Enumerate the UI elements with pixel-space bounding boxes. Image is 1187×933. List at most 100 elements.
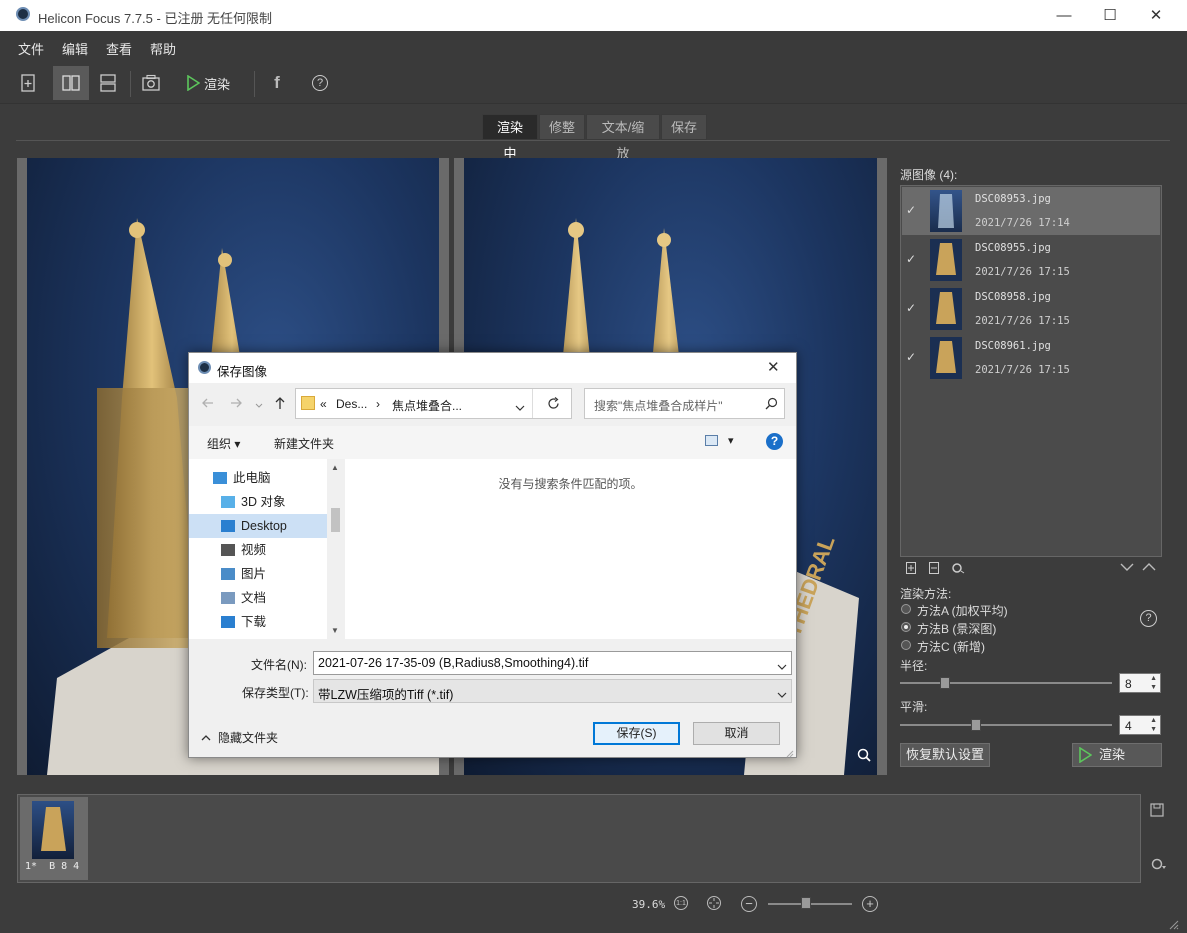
source-item[interactable]: ✓ DSC08953.jpg 2021/7/26 17:14 <box>902 187 1160 235</box>
minimize-button[interactable]: — <box>1041 0 1087 31</box>
facebook-button[interactable]: f <box>259 66 295 100</box>
help-toolbar-button[interactable]: ? <box>302 66 338 100</box>
menu-edit[interactable]: 编辑 <box>62 39 88 58</box>
remove-source-button[interactable] <box>928 562 940 577</box>
method-b-label[interactable]: 方法B (景深图) <box>917 620 996 637</box>
zoom-fit-button[interactable] <box>706 895 722 914</box>
tab-save[interactable]: 保存 <box>661 114 707 140</box>
source-item[interactable]: ✓ DSC08958.jpg 2021/7/26 17:15 <box>902 285 1160 333</box>
checkmark-icon[interactable]: ✓ <box>906 252 918 266</box>
scroll-down-icon[interactable]: ▼ <box>331 626 339 635</box>
nav-3d-objects[interactable]: 3D 对象 <box>221 490 335 514</box>
up-button[interactable] <box>273 396 287 413</box>
filetype-dropdown-button[interactable] <box>777 688 787 702</box>
zoom-slider-thumb[interactable] <box>801 897 812 909</box>
move-down-button[interactable] <box>1120 561 1134 576</box>
method-a-radio[interactable] <box>901 604 911 614</box>
smoothing-slider-track[interactable] <box>900 724 1112 726</box>
radius-slider-track[interactable] <box>900 682 1112 684</box>
menu-file[interactable]: 文件 <box>18 39 44 58</box>
path-segment-desktop[interactable]: Des... <box>336 397 367 411</box>
add-images-button[interactable] <box>10 66 46 100</box>
source-item[interactable]: ✓ DSC08955.jpg 2021/7/26 17:15 <box>902 236 1160 284</box>
address-bar[interactable]: « Des... › 焦点堆叠合... <box>295 388 572 419</box>
add-source-button[interactable] <box>905 562 917 577</box>
output-options-button[interactable] <box>1150 857 1168 874</box>
tab-text-scale[interactable]: 文本/缩放 <box>586 114 660 161</box>
search-icon[interactable] <box>765 397 778 413</box>
dialog-help-icon[interactable]: ? <box>766 433 783 450</box>
save-button[interactable]: 保存(S) <box>593 722 680 745</box>
maximize-button[interactable]: ☐ <box>1087 0 1133 31</box>
output-filmstrip[interactable]: 1* B 8 4 <box>17 794 1141 883</box>
recent-dropdown-button[interactable] <box>255 399 263 413</box>
new-folder-button[interactable]: 新建文件夹 <box>274 435 334 452</box>
view-options-icon[interactable] <box>705 435 718 446</box>
path-segment-folder[interactable]: 焦点堆叠合... <box>392 397 462 414</box>
zoom-actual-size-button[interactable]: 1:1 <box>674 896 688 910</box>
render-toolbar-button[interactable]: 渲染 <box>178 66 238 100</box>
path-overflow[interactable]: « <box>320 397 327 411</box>
hide-folders-toggle[interactable] <box>201 731 211 745</box>
file-list[interactable]: 没有与搜索条件匹配的项。 <box>345 459 796 639</box>
menu-view[interactable]: 查看 <box>106 39 132 58</box>
radius-slider-thumb[interactable] <box>940 677 951 689</box>
reset-defaults-button[interactable]: 恢复默认设置 <box>900 743 990 767</box>
source-settings-button[interactable] <box>951 562 965 577</box>
filename-input[interactable]: 2021-07-26 17-35-09 (B,Radius8,Smoothing… <box>313 651 792 675</box>
output-thumbnail-item[interactable]: 1* B 8 4 <box>20 797 88 880</box>
nav-pictures[interactable]: 图片 <box>221 562 335 586</box>
hide-folders-label[interactable]: 隐藏文件夹 <box>218 729 278 746</box>
radius-spinbox[interactable]: 8 ▲ ▼ <box>1119 673 1161 693</box>
path-separator[interactable]: › <box>376 397 380 411</box>
method-c-radio[interactable] <box>901 640 911 650</box>
move-up-button[interactable] <box>1142 561 1156 576</box>
nav-downloads[interactable]: 下载 <box>221 610 335 634</box>
tab-rendering[interactable]: 渲染中 <box>482 114 538 161</box>
nav-scrollbar[interactable]: ▲ ▼ <box>327 459 344 639</box>
render-help-icon[interactable]: ? <box>1140 610 1157 627</box>
camera-button[interactable] <box>133 66 169 100</box>
nav-videos[interactable]: 视频 <box>221 538 335 562</box>
nav-desktop[interactable]: Desktop <box>189 514 327 538</box>
resize-grip-icon[interactable] <box>1167 918 1179 930</box>
spin-arrows-icon[interactable]: ▲ ▼ <box>1150 674 1157 692</box>
scroll-thumb[interactable] <box>331 508 340 532</box>
method-a-label[interactable]: 方法A (加权平均) <box>917 602 1008 619</box>
navigation-pane[interactable]: 此电脑 3D 对象 Desktop 视频 图片 文档 下载 ▲ ▼ <box>189 459 344 639</box>
tab-retouch[interactable]: 修整 <box>539 114 585 140</box>
spin-arrows-icon[interactable]: ▲ ▼ <box>1150 716 1157 734</box>
smoothing-spinbox[interactable]: 4 ▲ ▼ <box>1119 715 1161 735</box>
save-output-button[interactable] <box>1150 803 1164 820</box>
search-field[interactable]: 搜索"焦点堆叠合成样片" <box>584 388 785 419</box>
smoothing-slider-thumb[interactable] <box>970 719 981 731</box>
organize-button[interactable]: 组织 ▾ <box>207 435 240 452</box>
close-button[interactable]: ✕ <box>1133 0 1179 31</box>
render-button[interactable]: 渲染 <box>1072 743 1162 767</box>
nav-documents[interactable]: 文档 <box>221 586 335 610</box>
zoom-in-button[interactable]: + <box>862 896 878 912</box>
source-image-list[interactable]: ✓ DSC08953.jpg 2021/7/26 17:14 ✓ DSC0895… <box>900 185 1162 557</box>
menu-help[interactable]: 帮助 <box>150 39 176 58</box>
view-dropdown-button[interactable]: ▾ <box>728 434 734 447</box>
filename-dropdown-button[interactable] <box>777 660 787 674</box>
method-b-radio[interactable] <box>901 622 911 632</box>
checkmark-icon[interactable]: ✓ <box>906 203 918 217</box>
back-button[interactable] <box>201 396 215 413</box>
split-horizontal-button[interactable] <box>90 66 126 100</box>
source-item[interactable]: ✓ DSC08961.jpg 2021/7/26 17:15 <box>902 334 1160 382</box>
nav-this-pc[interactable]: 此电脑 <box>213 466 327 490</box>
scroll-up-icon[interactable]: ▲ <box>331 463 339 472</box>
checkmark-icon[interactable]: ✓ <box>906 350 918 364</box>
dialog-resize-grip-icon[interactable] <box>785 747 794 758</box>
checkmark-icon[interactable]: ✓ <box>906 301 918 315</box>
address-dropdown-button[interactable] <box>515 401 525 415</box>
dialog-close-button[interactable]: ✕ <box>767 358 780 376</box>
refresh-button[interactable] <box>547 397 560 413</box>
filetype-select[interactable]: 带LZW压缩项的Tiff (*.tif) <box>313 679 792 703</box>
zoom-magnifier-icon[interactable] <box>857 748 871 762</box>
split-vertical-button[interactable] <box>53 66 89 100</box>
forward-button[interactable] <box>229 396 243 413</box>
method-c-label[interactable]: 方法C (新增) <box>917 638 985 655</box>
zoom-out-button[interactable]: − <box>741 896 757 912</box>
